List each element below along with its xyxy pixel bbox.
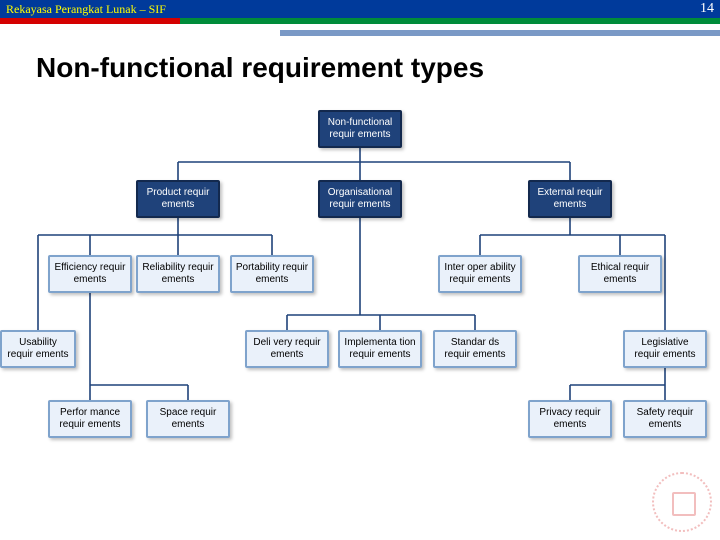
node-efficiency: Efficiency requir ements <box>48 255 132 293</box>
connector-lines <box>0 100 720 510</box>
header-bar: Rekayasa Perangkat Lunak – SIF 14 <box>0 0 720 18</box>
page-number: 14 <box>700 1 714 17</box>
node-external: External requir ements <box>528 180 612 218</box>
node-root: Non-functional requir ements <box>318 110 402 148</box>
node-performance: Perfor mance requir ements <box>48 400 132 438</box>
node-implementation: Implementa tion requir ements <box>338 330 422 368</box>
node-portability: Portability requir ements <box>230 255 314 293</box>
node-legislative: Legislative requir ements <box>623 330 707 368</box>
node-ethical: Ethical requir ements <box>578 255 662 293</box>
node-space: Space requir ements <box>146 400 230 438</box>
node-interoperability: Inter oper ability requir ements <box>438 255 522 293</box>
watermark-logo <box>652 472 712 532</box>
hierarchy-diagram: Non-functional requir ements Product req… <box>0 100 720 510</box>
accent-stripe-2 <box>280 30 720 36</box>
node-reliability: Reliability requir ements <box>136 255 220 293</box>
node-standards: Standar ds requir ements <box>433 330 517 368</box>
node-usability: Usability requir ements <box>0 330 76 368</box>
page-title: Non-functional requirement types <box>36 52 484 84</box>
accent-stripe-1 <box>0 18 720 24</box>
node-organisational: Organisational requir ements <box>318 180 402 218</box>
node-delivery: Deli very requir ements <box>245 330 329 368</box>
course-label: Rekayasa Perangkat Lunak – SIF <box>6 2 166 17</box>
node-privacy: Privacy requir ements <box>528 400 612 438</box>
node-product: Product requir ements <box>136 180 220 218</box>
node-safety: Safety requir ements <box>623 400 707 438</box>
